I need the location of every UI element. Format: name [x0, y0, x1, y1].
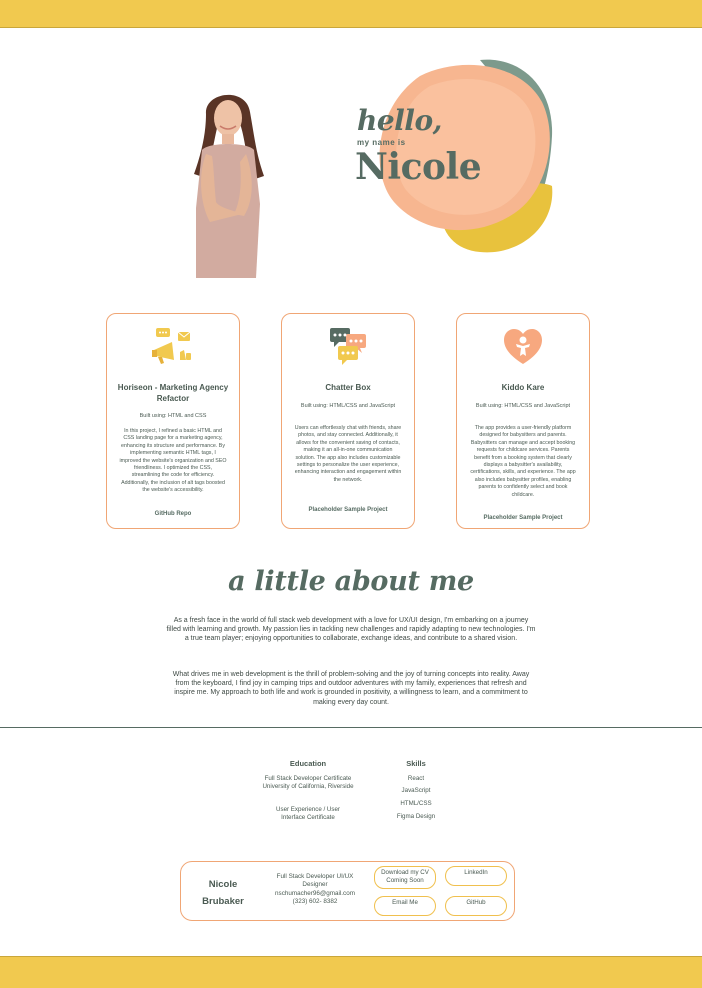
contact-role: Full Stack Developer UI/UX Designer [276, 873, 354, 889]
project-title: Kiddo Kare [501, 383, 545, 392]
contact-card: Nicole Brubaker Full Stack Developer UI/… [180, 861, 515, 921]
education-heading: Education [289, 759, 327, 768]
hero-name: Nicole [355, 146, 482, 188]
skill-item: React [407, 775, 425, 782]
about-paragraph-1: As a fresh face in the world of full sta… [166, 617, 536, 643]
github-button[interactable]: GitHub [445, 896, 507, 916]
email-me-button[interactable]: Email Me [374, 896, 436, 916]
project-card-chatter-box: Chatter Box Built using: HTML/CSS and Ja… [281, 313, 415, 529]
project-link[interactable]: Placeholder Sample Project [463, 515, 583, 521]
section-divider [0, 727, 702, 728]
project-card-horiseon: Horiseon - Marketing Agency Refactor Bui… [106, 313, 240, 529]
heart-child-icon [457, 326, 589, 368]
project-title: Chatter Box [325, 383, 371, 392]
project-link[interactable]: Placeholder Sample Project [288, 507, 408, 513]
project-built-with: Built using: HTML/CSS and JavaScript [300, 403, 396, 409]
about-heading: a little about me [228, 566, 474, 597]
project-description: Users can effortlessly chat with friends… [294, 425, 402, 483]
project-built-with: Built using: HTML and CSS [139, 413, 207, 419]
project-card-kiddo-kare: Kiddo Kare Built using: HTML/CSS and Jav… [456, 313, 590, 529]
project-link[interactable]: GitHub Repo [113, 511, 233, 517]
linkedin-button[interactable]: LinkedIn [445, 866, 507, 886]
top-banner [0, 0, 702, 28]
hero-hello: hello, [357, 104, 442, 137]
project-description: The app provides a user-friendly platfor… [470, 425, 576, 498]
education-item: User Experience / User Interface Certifi… [276, 806, 340, 822]
skills-heading: Skills [406, 759, 426, 768]
skill-item: HTML/CSS [400, 800, 432, 807]
megaphone-icon [107, 326, 239, 368]
contact-phone: (323) 602- 8382 [292, 898, 338, 906]
contact-info: Full Stack Developer UI/UX Designer nsch… [265, 873, 365, 907]
skill-item: JavaScript [401, 787, 431, 794]
portrait-photo [184, 84, 270, 278]
chat-bubbles-icon [282, 326, 414, 368]
project-description: In this project, I refined a basic HTML … [119, 428, 227, 494]
skill-item: Figma Design [396, 813, 436, 820]
contact-email: nschumacher96@gmail.com [275, 889, 355, 897]
download-cv-button[interactable]: Download my CV Coming Soon [374, 866, 436, 889]
about-paragraph-2: What drives me in web development is the… [172, 671, 530, 706]
project-built-with: Built using: HTML/CSS and JavaScript [475, 403, 571, 409]
project-title: Horiseon - Marketing Agency Refactor [117, 383, 229, 403]
contact-name: Nicole Brubaker [202, 879, 244, 907]
bottom-banner [0, 956, 702, 988]
education-item: Full Stack Developer Certificate Univers… [262, 775, 354, 791]
